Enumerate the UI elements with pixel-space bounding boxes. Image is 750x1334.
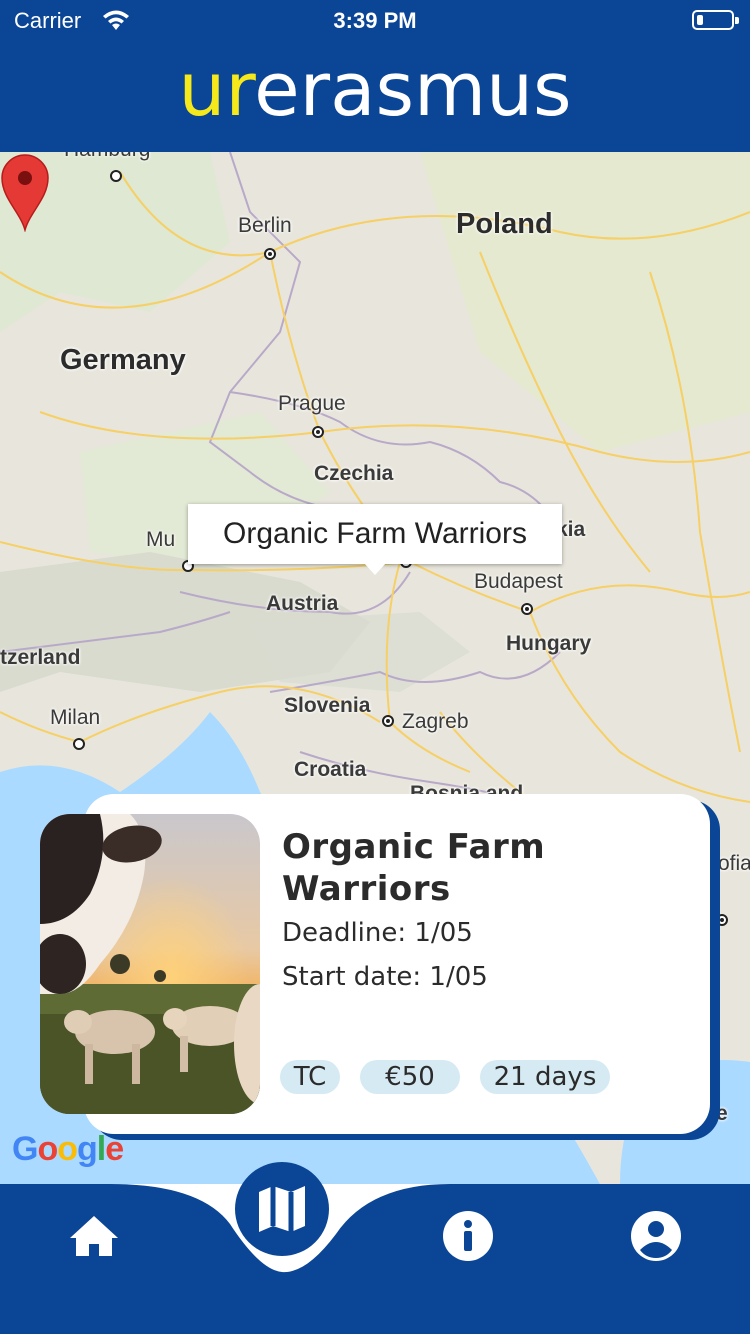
map-label-munich: Mu bbox=[146, 528, 176, 551]
map-label-poland: Poland bbox=[456, 208, 553, 240]
chip-project-type: TC bbox=[280, 1060, 340, 1094]
city-dot-milan bbox=[73, 738, 85, 750]
map-icon bbox=[259, 1186, 305, 1232]
logo-prefix: ur bbox=[178, 47, 255, 133]
profile-icon bbox=[631, 1211, 681, 1261]
project-image bbox=[40, 814, 260, 1114]
city-dot-prague bbox=[312, 426, 324, 438]
app-header: urerasmus bbox=[0, 40, 750, 152]
map-label-berlin: Berlin bbox=[238, 214, 292, 237]
card-start-date: Start date: 1/05 bbox=[282, 962, 488, 992]
city-dot-zagreb bbox=[382, 715, 394, 727]
map-label-croatia: Croatia bbox=[294, 758, 367, 781]
card-title: Organic Farm Warriors bbox=[282, 827, 546, 909]
map-label-czechia: Czechia bbox=[314, 462, 394, 485]
battery-icon bbox=[692, 10, 739, 30]
city-dot-budapest bbox=[521, 603, 533, 615]
tab-info[interactable] bbox=[438, 1206, 498, 1266]
map-label-hamburg: Hamburg bbox=[64, 152, 150, 162]
map-label-budapest: Budapest bbox=[474, 570, 563, 593]
info-icon bbox=[443, 1211, 493, 1261]
map-label-sofia-partial: ofia bbox=[718, 852, 750, 875]
map-label-prague: Prague bbox=[278, 392, 346, 415]
status-bar: Carrier 3:39 PM bbox=[0, 0, 750, 40]
map-label-milan: Milan bbox=[50, 706, 101, 729]
tab-profile[interactable] bbox=[626, 1206, 686, 1266]
card-deadline: Deadline: 1/05 bbox=[282, 918, 473, 948]
city-dot-hamburg bbox=[110, 170, 122, 182]
map-label-germany: Germany bbox=[60, 344, 186, 376]
chip-price: €50 bbox=[360, 1060, 460, 1094]
map-label-switzerland-partial: tzerland bbox=[0, 646, 81, 669]
app-logo: urerasmus bbox=[0, 40, 750, 140]
bottom-tab-bar bbox=[0, 1162, 750, 1334]
location-pin-icon[interactable] bbox=[0, 152, 50, 232]
clock: 3:39 PM bbox=[333, 8, 417, 33]
map-label-austria: Austria bbox=[266, 592, 339, 615]
logo-suffix: erasmus bbox=[254, 47, 572, 133]
marker-info-window[interactable]: Organic Farm Warriors bbox=[188, 504, 562, 575]
tab-map[interactable] bbox=[235, 1162, 329, 1256]
chip-duration: 21 days bbox=[480, 1060, 610, 1094]
map-label-hungary: Hungary bbox=[506, 632, 592, 655]
tab-home[interactable] bbox=[64, 1206, 124, 1266]
map-label-zagreb: Zagreb bbox=[402, 710, 469, 733]
home-icon bbox=[70, 1216, 118, 1256]
map-label-slovenia: Slovenia bbox=[284, 694, 371, 717]
city-dot-berlin bbox=[264, 248, 276, 260]
